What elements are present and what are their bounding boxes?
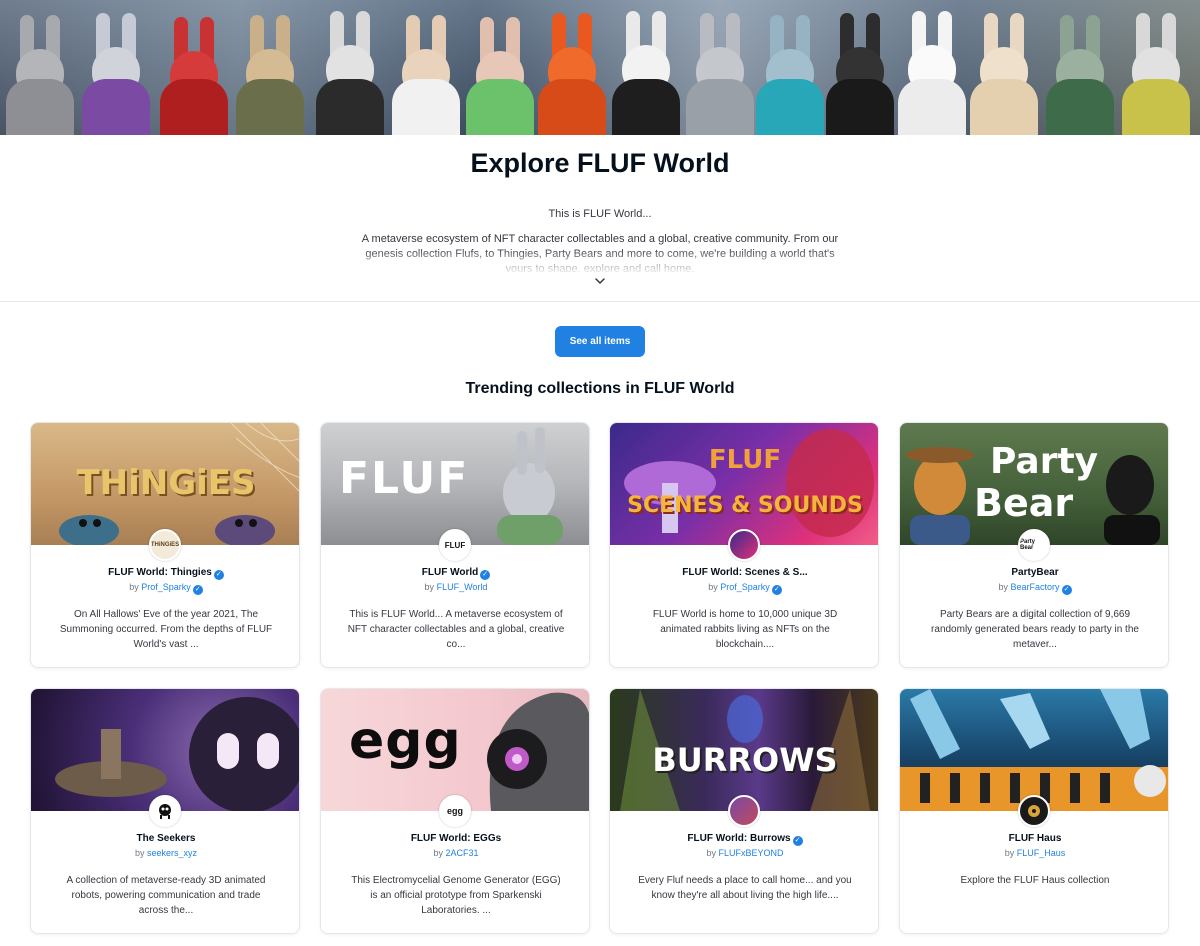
creator-link[interactable]: FLUF_Haus	[1017, 848, 1066, 858]
verified-badge-icon: ✓	[771, 585, 782, 595]
collection-description: A collection of metaverse-ready 3D anima…	[66, 875, 266, 916]
collection-avatar	[728, 795, 760, 827]
cover-title: SCENES & SOUNDS	[627, 493, 863, 518]
collection-cover-image: BURROWS	[610, 689, 878, 811]
collection-avatar	[1018, 795, 1050, 827]
collection-creator-line: by 2ACF31	[433, 848, 479, 858]
collection-avatar	[149, 795, 181, 827]
collection-card-burrows[interactable]: BURROWS FLUF World: Burrows ✓ by FLUFxBEY…	[609, 688, 879, 934]
creator-link[interactable]: FLUFxBEYOND	[719, 848, 784, 858]
collection-description: Party Bears are a digital collection of …	[931, 609, 1139, 650]
see-all-items-button[interactable]: See all items	[555, 326, 645, 357]
collection-name[interactable]: FLUF World: EGGs	[331, 833, 581, 844]
collection-creator-line: by BearFactory ✓	[910, 582, 1160, 595]
collection-banner	[0, 0, 1200, 135]
verified-badge-icon: ✓	[192, 585, 203, 595]
creator-link[interactable]: FLUF_World	[437, 582, 488, 592]
collection-name[interactable]: FLUF World ✓	[331, 567, 581, 580]
collection-description: Explore the FLUF Haus collection	[960, 875, 1110, 886]
section-title: Trending collections in FLUF World	[465, 380, 735, 397]
creator-link[interactable]: Prof_Sparky	[141, 582, 191, 592]
collection-description: This Electromycelial Genome Generator (E…	[351, 875, 561, 916]
collection-card-the-seekers[interactable]: The Seekers by seekers_xyz A collection …	[30, 688, 300, 934]
collection-avatar: egg	[439, 795, 471, 827]
description-fade	[340, 248, 860, 274]
collection-creator-line: by FLUF_World	[424, 582, 488, 592]
collection-creator-line: by FLUFxBEYOND	[706, 848, 784, 858]
collection-card-partybear[interactable]: Party Bear Party Bear PartyBear by BearF…	[899, 422, 1169, 668]
collection-cover-image	[900, 689, 1168, 811]
verified-badge-icon: ✓	[480, 570, 491, 580]
collection-name[interactable]: FLUF World: Burrows ✓	[620, 833, 870, 846]
collection-cover-image: egg	[321, 689, 589, 811]
collection-card-fluf-world[interactable]: FLUF FLUF FLUF World ✓ by FLUF_World This…	[320, 422, 590, 668]
collection-cover-image	[31, 689, 299, 811]
section-divider	[0, 301, 1200, 302]
chevron-down-icon[interactable]	[592, 274, 608, 288]
collection-name[interactable]: FLUF World: Scenes & S...	[620, 567, 870, 578]
cover-title: FLUF	[339, 453, 470, 504]
page-title: Explore FLUF World	[470, 148, 730, 178]
intro-tagline: This is FLUF World...	[548, 208, 652, 220]
collection-name[interactable]: FLUF Haus	[910, 833, 1160, 844]
verified-badge-icon: ✓	[1061, 585, 1072, 595]
verified-badge-icon: ✓	[213, 570, 224, 580]
cover-title: Party	[990, 441, 1099, 482]
collection-description: This is FLUF World... A metaverse ecosys…	[347, 609, 565, 650]
collection-avatar: Party Bear	[1018, 529, 1050, 561]
collection-card-thingies[interactable]: THiNGiES THiNGiES FLUF World: Thingies ✓ …	[30, 422, 300, 668]
collection-creator-line: by seekers_xyz	[134, 848, 198, 858]
collection-name[interactable]: FLUF World: Thingies ✓	[41, 567, 291, 580]
collection-card-eggs[interactable]: egg egg FLUF World: EGGs by 2ACF31 This …	[320, 688, 590, 934]
collection-description: Every Fluf needs a place to call home...…	[638, 875, 852, 901]
verified-badge-icon: ✓	[792, 836, 803, 846]
creator-link[interactable]: Prof_Sparky	[720, 582, 770, 592]
cover-subtitle: Bear	[974, 481, 1074, 525]
collection-avatar: THiNGiES	[149, 529, 181, 561]
collection-avatar	[728, 529, 760, 561]
collection-card-fluf-haus[interactable]: FLUF Haus by FLUF_Haus Explore the FLUF …	[899, 688, 1169, 934]
collection-cover-image: Party Bear	[900, 423, 1168, 545]
collection-description: FLUF World is home to 10,000 unique 3D a…	[652, 609, 838, 650]
collection-creator-line: by Prof_Sparky ✓	[41, 582, 291, 595]
collection-creator-line: by FLUF_Haus	[1004, 848, 1066, 858]
collection-cover-image: FLUF SCENES & SOUNDS	[610, 423, 878, 545]
collection-name[interactable]: The Seekers	[41, 833, 291, 844]
creator-link[interactable]: 2ACF31	[446, 848, 479, 858]
cover-title: BURROWS	[652, 741, 838, 779]
collection-cover-image: THiNGiES	[31, 423, 299, 545]
cover-title: egg	[349, 711, 462, 771]
collection-avatar: FLUF	[439, 529, 471, 561]
creator-link[interactable]: seekers_xyz	[147, 848, 197, 858]
cover-subtitle: FLUF	[708, 445, 782, 475]
cover-title: THiNGiES	[76, 463, 256, 503]
collection-cover-image: FLUF	[321, 423, 589, 545]
creator-link[interactable]: BearFactory	[1011, 582, 1060, 592]
collection-card-scenes-sounds[interactable]: FLUF SCENES & SOUNDS FLUF World: Scenes …	[609, 422, 879, 668]
collection-description: On All Hallows' Eve of the year 2021, Th…	[59, 609, 273, 650]
collection-creator-line: by Prof_Sparky ✓	[620, 582, 870, 595]
collection-name[interactable]: PartyBear	[910, 567, 1160, 578]
